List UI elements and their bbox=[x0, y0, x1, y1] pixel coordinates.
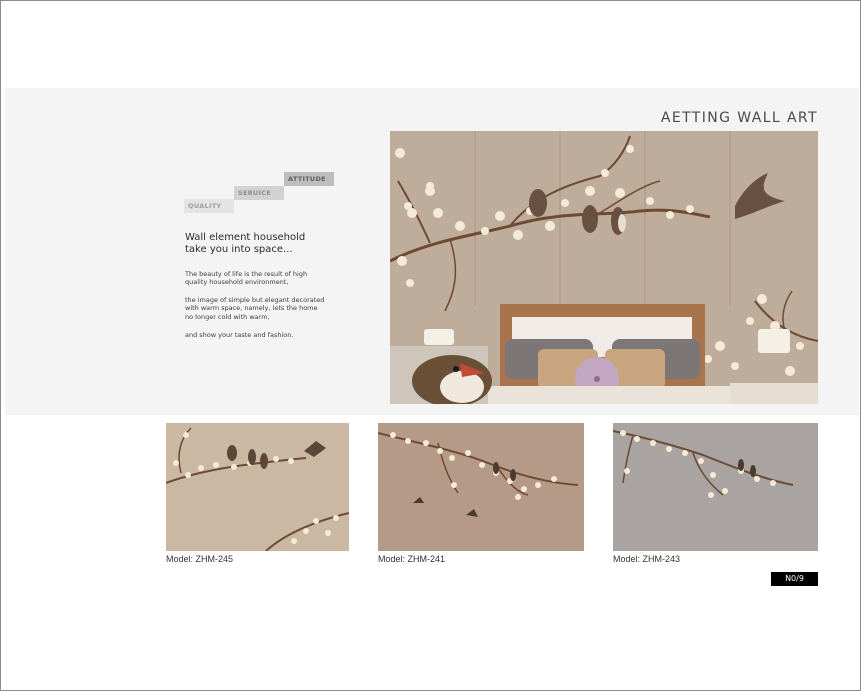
value-steps: QUALITY SERUICE ATTITUDE bbox=[184, 172, 344, 218]
headline: Wall element household take you into spa… bbox=[185, 232, 335, 256]
headline-line: take you into space... bbox=[185, 244, 293, 255]
description-paragraph: the image of simple but elegant decorate… bbox=[185, 296, 345, 321]
hero-room-image[interactable] bbox=[390, 131, 818, 404]
paragraph-line: no longer cold with warm, bbox=[185, 312, 270, 321]
product-thumbnail[interactable] bbox=[613, 423, 818, 551]
product-model-label: Model: ZHM-241 bbox=[378, 554, 446, 564]
product-model-label: Model: ZHM-243 bbox=[613, 554, 681, 564]
page-number-badge: N0/9 bbox=[771, 572, 818, 586]
description-paragraph: The beauty of life is the result of high… bbox=[185, 270, 345, 287]
product-model-label: Model: ZHM-245 bbox=[166, 554, 234, 564]
description-paragraph: and show your taste and fashion. bbox=[185, 331, 345, 339]
step-attitude: ATTITUDE bbox=[284, 172, 334, 186]
paragraph-line: the image of simple but elegant decorate… bbox=[185, 296, 325, 304]
paragraph-line: and show your taste and fashion. bbox=[185, 331, 294, 339]
step-quality: QUALITY bbox=[184, 199, 234, 213]
paragraph-line: The beauty of life is the result of high bbox=[185, 270, 308, 278]
headline-line: Wall element household bbox=[185, 232, 306, 243]
paragraph-line: quality household environment, bbox=[185, 278, 289, 287]
step-service: SERUICE bbox=[234, 186, 284, 200]
product-thumbnail[interactable] bbox=[378, 423, 584, 551]
brand-title: AETTING WALL ART bbox=[660, 110, 818, 126]
product-thumbnail[interactable] bbox=[166, 423, 349, 551]
paragraph-line: with warm space, namely, lets the home bbox=[185, 304, 318, 313]
